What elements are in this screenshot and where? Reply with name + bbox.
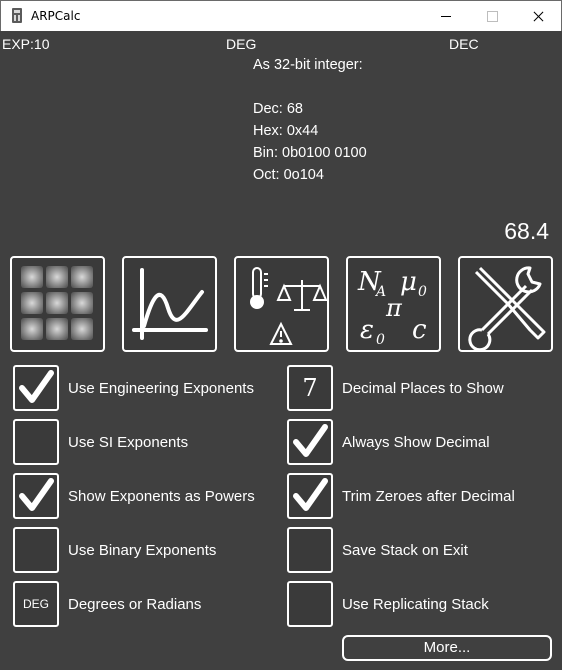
constant-glyph: 0 [418, 284, 427, 300]
calculator-icon [12, 8, 22, 23]
integer-bin: Bin: 0b0100 0100 [253, 145, 367, 161]
keypad-button[interactable] [10, 256, 105, 352]
show-exponents-as-powers-label: Show Exponents as Powers [68, 488, 255, 505]
constant-glyph: A [374, 284, 386, 300]
show-exponents-as-powers-checkbox[interactable] [13, 473, 59, 519]
more-button[interactable]: More... [342, 635, 552, 661]
constant-glyph: c [412, 315, 427, 345]
graph-plot-icon [132, 268, 208, 340]
display-value: 68.4 [504, 218, 549, 244]
degrees-radians-toggle[interactable]: DEG [13, 581, 59, 627]
use-binary-exponents-label: Use Binary Exponents [68, 542, 217, 559]
checkmark-icon [19, 478, 54, 511]
integer-hex: Hex: 0x44 [253, 123, 319, 139]
always-show-decimal-checkbox[interactable] [287, 419, 333, 465]
angle-mode-indicator[interactable]: DEG [226, 36, 256, 52]
checkmark-icon [293, 424, 328, 457]
trim-zeroes-checkbox[interactable] [287, 473, 333, 519]
units-button[interactable] [234, 256, 329, 352]
checkmark-icon [19, 370, 54, 403]
degrees-radians-label: Degrees or Radians [68, 596, 202, 613]
always-show-decimal-label: Always Show Decimal [342, 434, 490, 451]
constant-glyph: μ [400, 267, 417, 297]
maximize-button[interactable] [469, 1, 515, 31]
use-engineering-exponents-label: Use Engineering Exponents [68, 380, 254, 397]
base-mode-indicator[interactable]: DEC [449, 36, 479, 52]
graph-button[interactable] [122, 256, 217, 352]
constant-glyph: 0 [376, 332, 385, 348]
window-title: ARPCalc [31, 9, 81, 23]
integer-info-heading: As 32-bit integer: [253, 57, 363, 73]
keypad-grid-icon [21, 266, 93, 340]
units-conversion-icon [250, 267, 327, 345]
save-stack-on-exit-label: Save Stack on Exit [342, 542, 468, 559]
use-si-exponents-label: Use SI Exponents [68, 434, 189, 451]
degrees-radians-value: DEG [22, 597, 49, 611]
title-bar: ARPCalc [0, 0, 562, 31]
tools-icon [468, 266, 546, 350]
trim-zeroes-label: Trim Zeroes after Decimal [342, 488, 515, 505]
physical-constants-icon: N A μ 0 π ε 0 c [357, 267, 427, 348]
decimal-places-label: Decimal Places to Show [342, 380, 504, 397]
use-replicating-stack-label: Use Replicating Stack [342, 596, 489, 613]
integer-oct: Oct: 0o104 [253, 167, 324, 183]
decimal-places-value: 7 [302, 374, 318, 402]
constants-button[interactable]: N A μ 0 π ε 0 c [346, 256, 441, 352]
use-replicating-stack-checkbox[interactable] [287, 581, 333, 627]
constant-glyph: π [385, 294, 403, 322]
close-button[interactable] [515, 1, 561, 31]
use-si-exponents-checkbox[interactable] [13, 419, 59, 465]
settings-button[interactable] [458, 256, 553, 352]
decimal-places-selector[interactable]: 7 [287, 365, 333, 411]
use-engineering-exponents-checkbox[interactable] [13, 365, 59, 411]
exponent-indicator: EXP:10 [2, 36, 50, 52]
save-stack-on-exit-checkbox[interactable] [287, 527, 333, 573]
constant-glyph: ε [360, 315, 374, 345]
integer-dec: Dec: 68 [253, 101, 303, 117]
use-binary-exponents-checkbox[interactable] [13, 527, 59, 573]
checkmark-icon [293, 478, 328, 511]
minimize-button[interactable] [423, 1, 469, 31]
